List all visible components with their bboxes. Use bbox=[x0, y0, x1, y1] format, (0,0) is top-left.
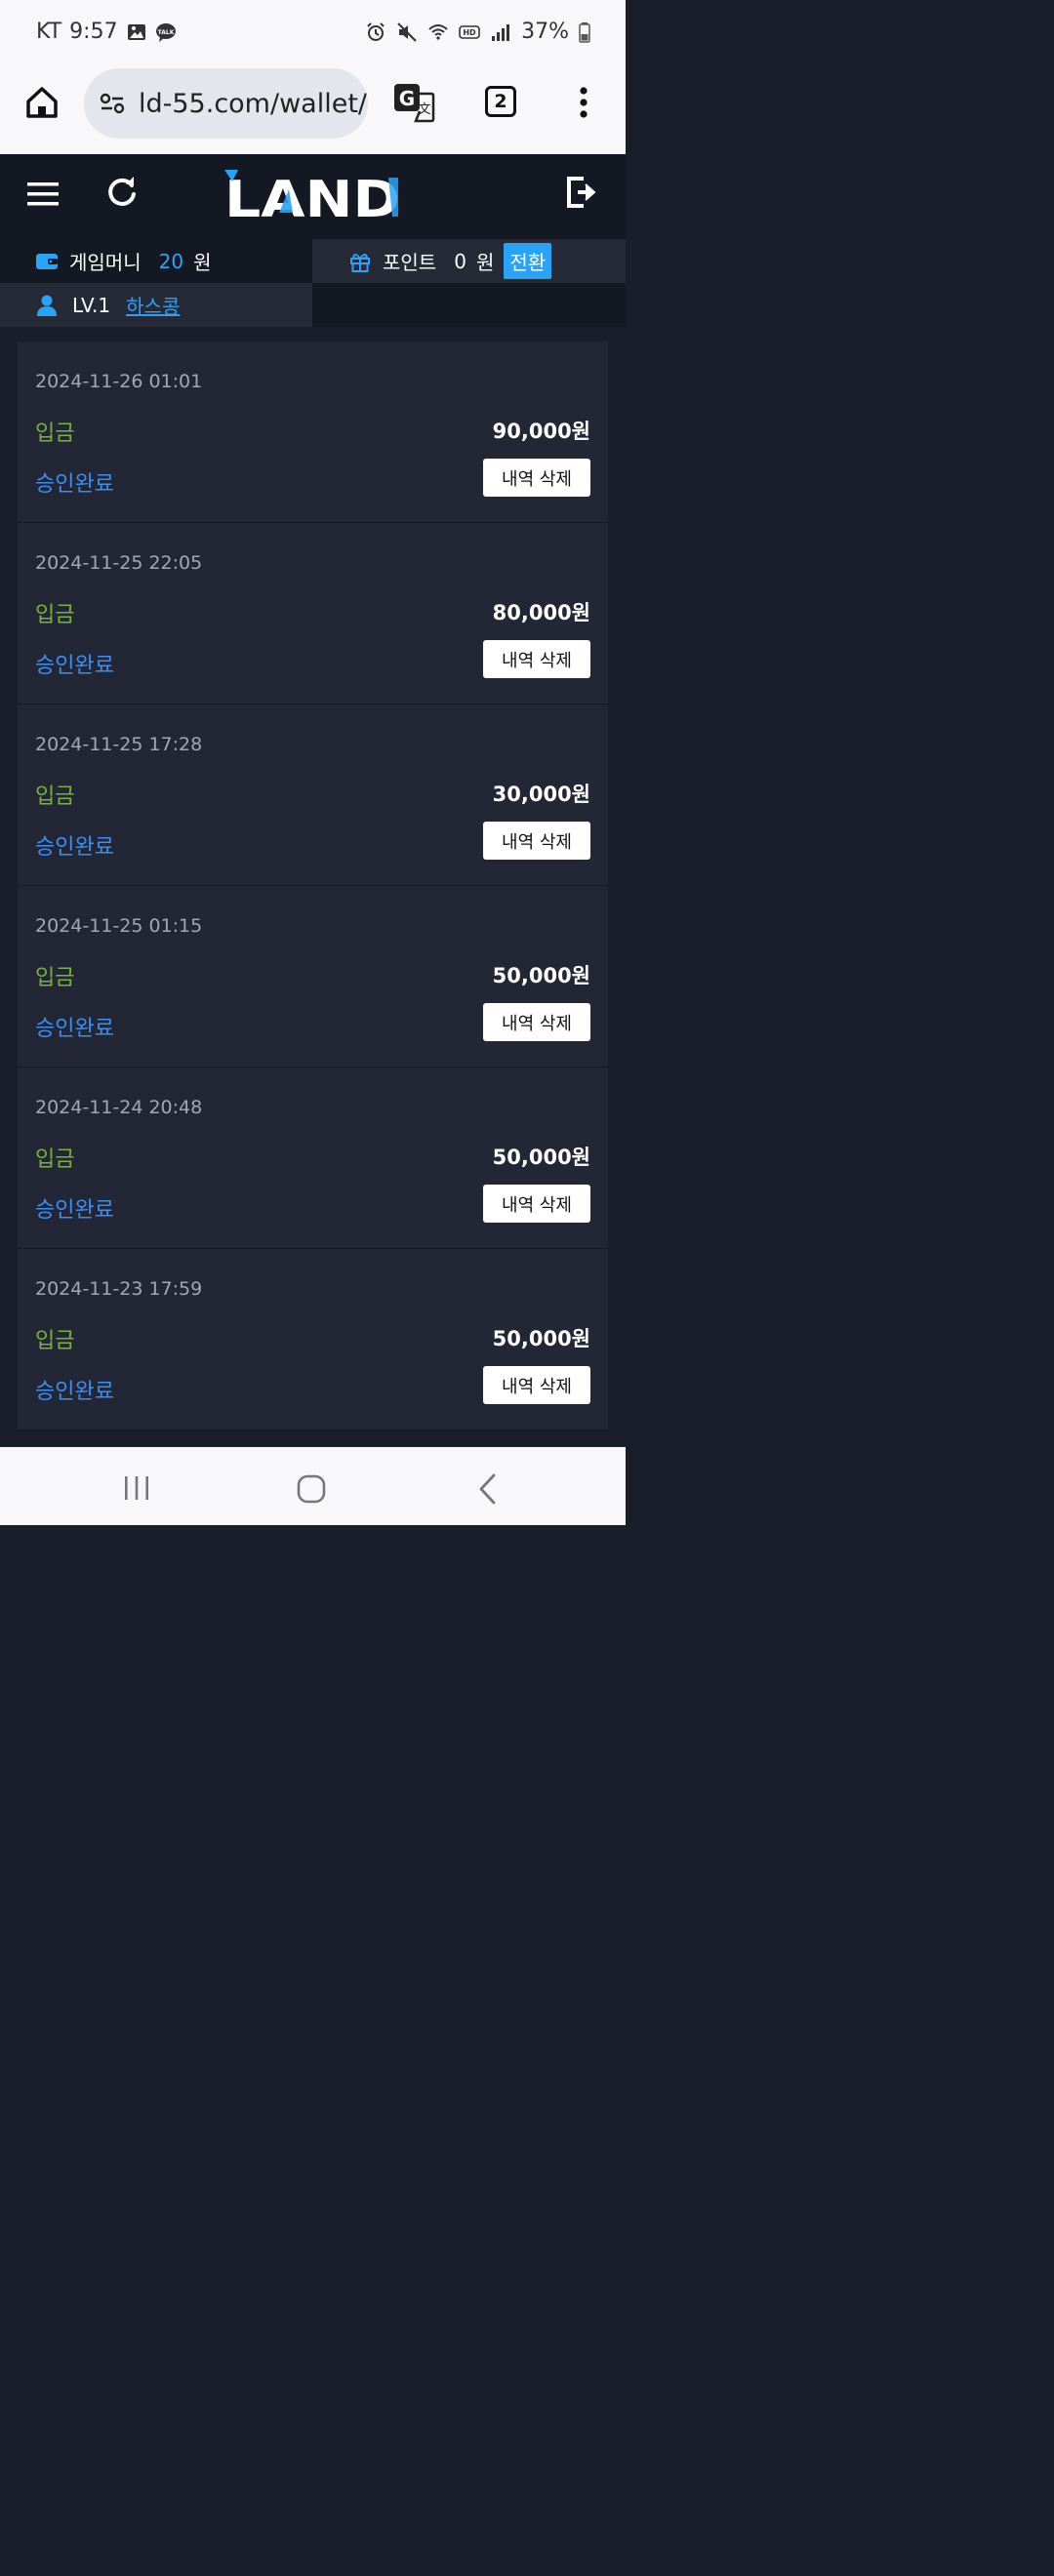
transaction-type: 입금 bbox=[35, 1329, 75, 1353]
alarm-icon bbox=[367, 21, 385, 41]
transaction-amount: 50,000원 bbox=[492, 1146, 590, 1169]
recent-apps-icon[interactable] bbox=[123, 1474, 150, 1502]
delete-history-button[interactable]: 내역 삭제 bbox=[483, 1003, 590, 1041]
app-header: LAND bbox=[0, 154, 626, 239]
wallet-icon bbox=[36, 253, 58, 269]
hamburger-menu-icon[interactable] bbox=[27, 181, 59, 207]
transaction-type: 입금 bbox=[35, 966, 75, 990]
logout-icon[interactable] bbox=[566, 176, 597, 209]
browser-toolbar: ld-55.com/wallet/ G文 2 bbox=[0, 68, 626, 154]
talk-notification-icon: TALK bbox=[155, 22, 176, 42]
svg-text:G: G bbox=[399, 87, 415, 110]
transaction-amount: 90,000원 bbox=[492, 420, 590, 443]
system-nav-bar bbox=[0, 1447, 626, 1525]
mute-icon bbox=[397, 21, 417, 42]
point-unit: 원 bbox=[475, 251, 495, 274]
signal-icon bbox=[492, 23, 510, 41]
transaction-card: 2024-11-25 17:28 입금 30,000원승인완료 내역 삭제 bbox=[18, 704, 608, 886]
transaction-card: 2024-11-23 17:59 입금 50,000원승인완료 내역 삭제 bbox=[18, 1249, 608, 1430]
land-logo[interactable]: LAND bbox=[224, 170, 402, 228]
back-nav-icon[interactable] bbox=[476, 1472, 498, 1506]
transaction-amount: 80,000원 bbox=[492, 601, 590, 624]
transaction-date: 2024-11-26 01:01 bbox=[35, 371, 203, 392]
status-left: KT 9:57 TALK bbox=[36, 20, 177, 44]
delete-history-button[interactable]: 내역 삭제 bbox=[483, 1185, 590, 1223]
refresh-icon[interactable] bbox=[105, 176, 139, 209]
svg-text:HD: HD bbox=[463, 28, 476, 37]
gallery-notification-icon bbox=[127, 23, 145, 40]
clock: 9:57 bbox=[69, 20, 118, 44]
game-money-unit: 원 bbox=[193, 251, 212, 274]
point-cell: 포인트 0 원 전환 bbox=[312, 239, 626, 283]
transaction-amount: 50,000원 bbox=[492, 1327, 590, 1350]
battery-percent: 37% bbox=[521, 20, 569, 44]
transaction-card: 2024-11-25 01:15 입금 50,000원승인완료 내역 삭제 bbox=[18, 886, 608, 1067]
delete-history-button[interactable]: 내역 삭제 bbox=[483, 1366, 590, 1404]
convert-button[interactable]: 전환 bbox=[504, 243, 552, 279]
transaction-type: 입금 bbox=[35, 785, 75, 809]
username-link[interactable]: 하스콩 bbox=[126, 291, 180, 319]
wallet-info-bar: 게임머니 20 원 포인트 0 원 전환 LV.1 하스콩 bbox=[0, 239, 626, 327]
transaction-status: 승인완료 bbox=[35, 1198, 114, 1223]
game-money-label: 게임머니 bbox=[69, 251, 142, 274]
transaction-date: 2024-11-25 17:28 bbox=[35, 734, 203, 755]
transaction-status: 승인완료 bbox=[35, 1380, 114, 1404]
transaction-amount: 30,000원 bbox=[492, 783, 590, 806]
tab-switcher-button[interactable]: 2 bbox=[485, 86, 516, 117]
transaction-date: 2024-11-25 01:15 bbox=[35, 915, 203, 937]
more-menu-icon[interactable] bbox=[574, 86, 593, 119]
home-nav-icon[interactable] bbox=[297, 1474, 326, 1504]
transaction-date: 2024-11-23 17:59 bbox=[35, 1278, 203, 1300]
transaction-card: 2024-11-25 22:05 입금 80,000원승인완료 내역 삭제 bbox=[18, 523, 608, 704]
address-bar[interactable]: ld-55.com/wallet/ bbox=[84, 68, 368, 139]
transaction-card: 2024-11-24 20:48 입금 50,000원승인완료 내역 삭제 bbox=[18, 1067, 608, 1249]
user-icon bbox=[37, 295, 57, 316]
transaction-type: 입금 bbox=[35, 422, 75, 446]
status-right: HD 37% bbox=[365, 20, 590, 44]
url-text: ld-55.com/wallet/ bbox=[139, 88, 368, 119]
game-money-cell: 게임머니 20 원 bbox=[0, 239, 312, 283]
transaction-type: 입금 bbox=[35, 603, 75, 627]
transaction-status: 승인완료 bbox=[35, 1017, 114, 1041]
transaction-date: 2024-11-25 22:05 bbox=[35, 552, 203, 574]
info-bar-empty-cell bbox=[312, 283, 626, 327]
logo-text: LAND bbox=[224, 171, 400, 228]
level-label: LV.1 bbox=[72, 293, 111, 317]
delete-history-button[interactable]: 내역 삭제 bbox=[483, 822, 590, 860]
svg-text:TALK: TALK bbox=[157, 29, 174, 36]
transaction-card: 2024-11-26 01:01 입금 90,000원승인완료 내역 삭제 bbox=[18, 342, 608, 523]
point-value: 0 bbox=[454, 249, 466, 273]
transaction-type: 입금 bbox=[35, 1147, 75, 1172]
user-level-cell: LV.1 하스콩 bbox=[0, 283, 312, 327]
game-money-value: 20 bbox=[158, 249, 184, 273]
tab-count: 2 bbox=[494, 91, 507, 112]
transaction-list: 2024-11-26 01:01 입금 90,000원 승인완료 내역 삭제 2024-1… bbox=[18, 342, 608, 1430]
delete-history-button[interactable]: 내역 삭제 bbox=[483, 459, 590, 497]
home-icon[interactable] bbox=[23, 84, 61, 121]
delete-history-button[interactable]: 내역 삭제 bbox=[483, 640, 590, 678]
translate-icon[interactable]: G文 bbox=[392, 82, 435, 123]
point-label: 포인트 bbox=[383, 251, 437, 274]
site-settings-icon[interactable] bbox=[100, 93, 125, 114]
transaction-date: 2024-11-24 20:48 bbox=[35, 1097, 203, 1118]
transaction-status: 승인완료 bbox=[35, 654, 114, 678]
battery-icon bbox=[579, 21, 590, 43]
status-bar: KT 9:57 TALK HD 37% bbox=[0, 0, 626, 68]
gift-icon bbox=[350, 253, 370, 272]
transaction-status: 승인완료 bbox=[35, 835, 114, 860]
svg-text:文: 文 bbox=[418, 102, 430, 117]
carrier-label: KT bbox=[36, 20, 62, 44]
wifi-icon bbox=[428, 23, 448, 40]
transaction-amount: 50,000원 bbox=[492, 964, 590, 987]
hd-voice-icon: HD bbox=[459, 24, 480, 39]
transaction-status: 승인완료 bbox=[35, 472, 114, 497]
